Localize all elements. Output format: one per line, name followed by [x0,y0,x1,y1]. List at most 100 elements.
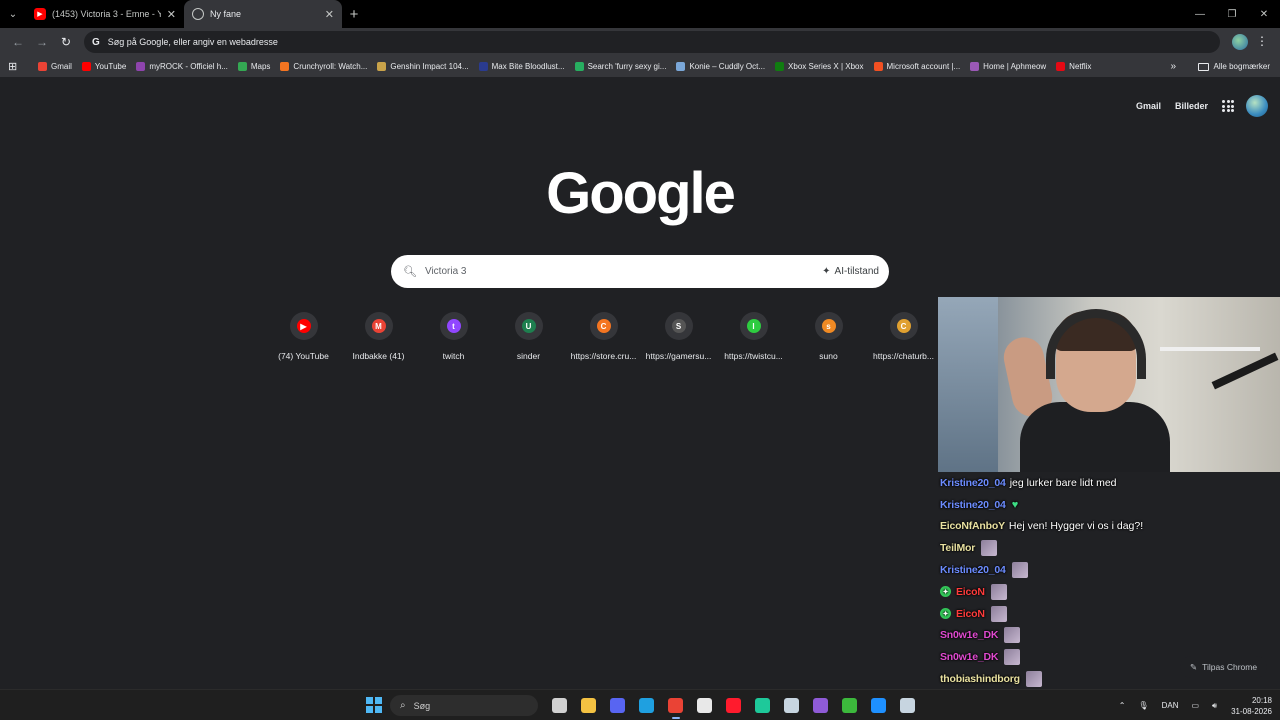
reload-icon[interactable]: ↻ [54,35,78,49]
address-bar[interactable]: G Søg på Google, eller angiv en webadres… [84,31,1220,53]
taskbar-apps [545,694,922,719]
bookmark-item[interactable]: Crunchyroll: Watch... [280,62,367,71]
emote-icon [990,583,1007,600]
shortcut-tile[interactable]: ▶ (74) YouTube [266,312,341,361]
emote-icon [1025,671,1042,688]
close-tab-icon[interactable]: ✕ [325,8,334,21]
bookmark-label: Max Bite Bloodlust... [491,62,565,71]
network-icon[interactable]: ▭ [1191,701,1199,710]
search-input[interactable]: Victoria 3 [425,266,822,277]
tab-title: (1453) Victoria 3 - Emne - YouTube [52,9,161,19]
chat-message: ✦ EicoN [940,581,1280,603]
file-explorer-icon[interactable] [574,694,603,717]
chrome-icon[interactable] [661,694,690,719]
bookmark-item[interactable]: Xbox Series X | Xbox [775,62,864,71]
language-indicator[interactable]: DAN [1162,701,1179,710]
new-tab-button[interactable]: + [342,6,366,23]
shortcut-icon: s [821,319,836,333]
bookmark-label: Gmail [51,62,72,71]
bookmark-favicon-icon [280,62,290,71]
shortcut-tile[interactable]: M Indbakke (41) [341,312,416,361]
minimize-icon[interactable]: — [1184,0,1216,28]
shortcut-icon: S [671,319,686,333]
shortcut-icon: C [896,319,911,333]
steam-icon[interactable] [777,694,806,717]
shortcut-tile[interactable]: t twitch [416,312,491,361]
discord-icon[interactable] [603,694,632,717]
app-green-icon[interactable] [748,694,777,717]
ntp-header: Gmail Billeder [1136,95,1268,117]
outlook-icon[interactable] [864,694,893,717]
menu-kebab-icon[interactable]: ⋮ [1256,34,1268,48]
steam-tray-icon[interactable] [893,694,922,717]
taskbar-app-glyph [784,698,799,713]
microphone-icon[interactable]: 🎙︎ [1138,701,1148,710]
taskbar-app-glyph [552,698,567,713]
restore-icon[interactable]: ❐ [1216,0,1248,28]
start-button[interactable] [366,697,382,713]
taskbar-search[interactable]: ⌕ Søg [390,695,538,716]
bookmark-item[interactable]: Search 'furry sexy gi... [574,62,666,71]
shortcut-tile[interactable]: Ihttps://twistcu... [716,312,791,361]
apps-grid-icon[interactable]: ⊞ [8,60,28,73]
images-link[interactable]: Billeder [1175,101,1208,111]
more-bookmarks-icon[interactable]: » [1170,61,1176,72]
task-view-icon[interactable] [545,694,574,717]
tab-new-tab[interactable]: Ny fane ✕ [184,0,342,28]
back-icon[interactable]: ← [6,35,30,49]
google-g-icon: G [92,36,100,48]
bookmark-item[interactable]: Konie – Cuddly Oct... [676,62,765,71]
shortcuts-grid: ▶ (74) YouTube M Indbakke (41) t twitch Usinde… [266,312,941,361]
tab-title: Ny fane [210,9,242,19]
app-purple-icon[interactable] [806,694,835,717]
bookmark-item[interactable]: Netflix [1056,62,1091,71]
shortcut-tile[interactable]: s suno [791,312,866,361]
edge-icon[interactable] [632,694,661,717]
close-window-icon[interactable]: ✕ [1248,0,1280,28]
volume-icon[interactable]: 🔊︎ [1212,701,1217,711]
shortcut-tile[interactable]: Chttps://chaturb... [866,312,941,361]
bookmark-item[interactable]: Genshin Impact 104... [377,62,469,71]
profile-icon[interactable] [1232,34,1248,50]
shortcut-tile[interactable]: Chttps://store.cru... [566,312,641,361]
customize-chrome-button[interactable]: ✎ Tilpas Chrome [1180,656,1268,678]
chat-username: TeilMor [940,542,976,555]
bookmark-item[interactable]: Max Bite Bloodlust... [478,62,565,71]
bookmark-item[interactable]: Gmail [38,62,72,71]
chat-username: EicoN [956,585,985,598]
account-avatar[interactable] [1246,95,1268,117]
shortcut-label: (74) YouTube [278,351,329,361]
chevron-up-icon[interactable]: ⌃ [1119,701,1126,710]
all-bookmarks-label: Alle bogmærker [1213,62,1270,71]
store-icon[interactable] [690,694,719,717]
all-bookmarks-button[interactable]: Alle bogmærker [1197,62,1270,71]
taskbar-app-glyph [842,698,857,713]
forward-icon[interactable]: → [30,35,54,49]
webcam-shelf [1160,347,1260,351]
bookmark-item[interactable]: YouTube [81,62,126,71]
shortcut-icon: I [746,319,761,333]
opera-icon[interactable] [719,694,748,717]
close-tab-icon[interactable]: ✕ [167,8,176,21]
taskbar: ⌕ Søg ⌃ 🎙︎ DAN ▭ 🔊︎ 20:18 31-08-2026 [0,689,1280,720]
shortcut-tile[interactable]: Usinder [491,312,566,361]
tab-search-icon[interactable]: ⌄ [0,0,26,28]
bookmark-item[interactable]: Maps [237,62,270,71]
gmail-link[interactable]: Gmail [1136,101,1161,111]
webcam-headset [1046,309,1146,379]
shortcut-icon: M [371,319,386,333]
bookmark-item[interactable]: myROCK - Officiel h... [136,62,228,71]
ai-mode-button[interactable]: ✦ AI-tilstand [822,266,879,277]
xbox-icon[interactable] [835,694,864,717]
shortcut-tile[interactable]: Shttps://gamersu... [641,312,716,361]
emote-icon [990,605,1007,622]
webcam-overlay [938,297,1280,472]
bookmark-item[interactable]: Home | Aphmeow [970,62,1046,71]
clock[interactable]: 20:18 31-08-2026 [1231,695,1272,717]
bookmark-item[interactable]: Microsoft account |... [873,62,960,71]
google-apps-icon[interactable] [1222,100,1234,112]
search-box[interactable]: 🔍︎ Victoria 3 ✦ AI-tilstand [391,255,889,288]
tab-youtube[interactable]: ▶ (1453) Victoria 3 - Emne - YouTube ✕ [26,0,184,28]
bookmark-label: Genshin Impact 104... [390,62,469,71]
ai-sparkle-icon: ✦ [822,266,831,277]
